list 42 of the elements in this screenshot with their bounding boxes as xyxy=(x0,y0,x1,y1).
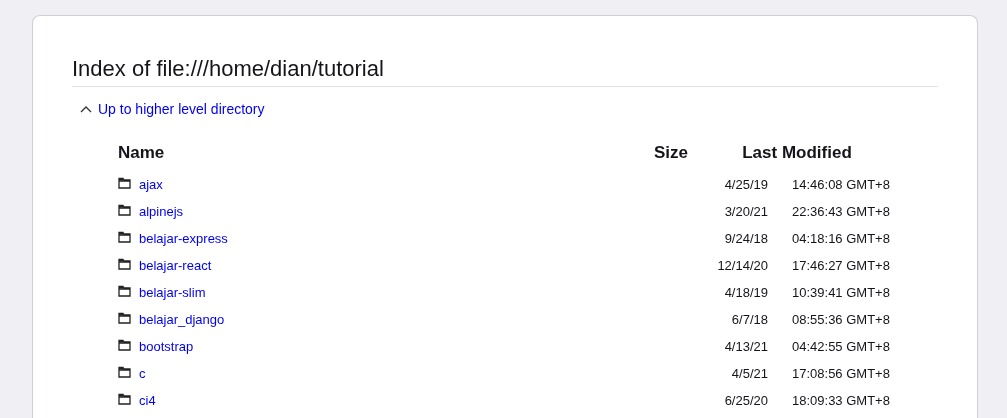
folder-icon xyxy=(118,177,131,189)
modified-date: 3/20/21 xyxy=(724,203,768,221)
chevron-up-icon xyxy=(80,105,92,113)
directory-link[interactable]: alpinejs xyxy=(139,204,184,219)
modified-date: 6/25/20 xyxy=(724,392,768,410)
modified-date: 4/5/21 xyxy=(731,365,768,383)
folder-icon xyxy=(118,393,131,405)
modified-time: 17:46:27 GMT+8 xyxy=(791,257,890,275)
parent-directory-link[interactable]: Up to higher level directory xyxy=(98,101,265,117)
directory-link[interactable]: belajar-express xyxy=(139,231,228,246)
modified-time: 04:42:55 GMT+8 xyxy=(791,338,890,356)
modified-time: 22:36:43 GMT+8 xyxy=(791,203,890,221)
directory-link[interactable]: bootstrap xyxy=(139,339,194,354)
folder-icon xyxy=(118,339,131,351)
folder-icon xyxy=(118,204,131,216)
folder-icon xyxy=(118,285,131,297)
modified-date: 4/13/21 xyxy=(724,338,768,356)
directory-link[interactable]: belajar_django xyxy=(139,312,225,327)
modified-date: 6/7/18 xyxy=(731,311,768,329)
column-header[interactable]: Last Modified xyxy=(742,141,852,171)
folder-icon xyxy=(118,231,131,243)
directory-link[interactable]: ci4 xyxy=(139,393,156,408)
column-header[interactable]: Name xyxy=(118,141,165,171)
modified-time: 08:55:36 GMT+8 xyxy=(791,311,890,329)
modified-time: 04:18:16 GMT+8 xyxy=(791,230,890,248)
column-header[interactable]: Size xyxy=(654,141,688,171)
folder-icon xyxy=(118,366,131,378)
directory-link[interactable]: belajar-slim xyxy=(139,285,206,300)
directory-link[interactable]: c xyxy=(139,366,146,381)
modified-time: 17:08:56 GMT+8 xyxy=(791,365,890,383)
page-title: Index of file:///home/dian/tutorial xyxy=(72,56,938,87)
modified-time: 14:46:08 GMT+8 xyxy=(791,176,890,194)
directory-link[interactable]: belajar-react xyxy=(139,258,212,273)
folder-icon xyxy=(118,312,131,324)
modified-date: 4/25/19 xyxy=(724,176,768,194)
directory-link[interactable]: ajax xyxy=(139,177,163,192)
modified-time: 18:09:33 GMT+8 xyxy=(791,392,890,410)
folder-icon xyxy=(118,258,131,270)
modified-date: 4/18/19 xyxy=(724,284,768,302)
modified-date: 12/14/20 xyxy=(717,257,768,275)
modified-date: 9/24/18 xyxy=(724,230,768,248)
modified-time: 10:39:41 GMT+8 xyxy=(791,284,890,302)
